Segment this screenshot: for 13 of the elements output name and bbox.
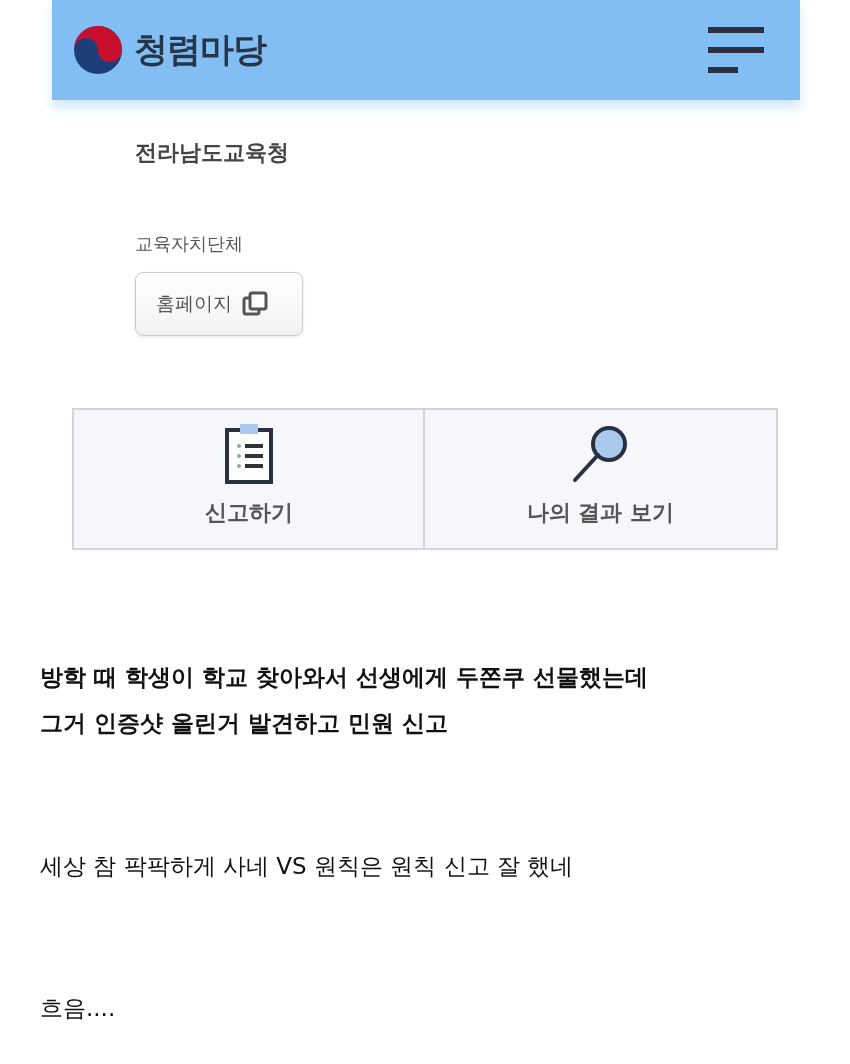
post-paragraph: 세상 참 팍팍하게 사네 VS 원칙은 원칙 신고 잘 했네 bbox=[40, 852, 575, 881]
action-tile[interactable]: 나의 결과 보기 bbox=[425, 408, 778, 550]
organization-name: 전라남도교육청 bbox=[135, 139, 290, 167]
post-paragraph: 흐음.... bbox=[40, 994, 117, 1023]
action-tile[interactable]: 신고하기 bbox=[72, 408, 425, 550]
site-title[interactable]: 청렴마당 bbox=[134, 27, 266, 73]
copy-icon bbox=[242, 291, 268, 317]
organization-category: 교육자치단체 bbox=[135, 232, 244, 256]
clipboard-icon bbox=[223, 422, 274, 484]
emblem-icon bbox=[72, 24, 124, 76]
homepage-button[interactable]: 홈페이지 bbox=[135, 272, 303, 336]
post-headline: 방학 때 학생이 학교 찾아와서 선생에게 두쫀쿠 선물했는데 그거 인증샷 올린거 발견하고 민원 신고 bbox=[40, 663, 650, 738]
menu-icon[interactable] bbox=[708, 27, 764, 73]
